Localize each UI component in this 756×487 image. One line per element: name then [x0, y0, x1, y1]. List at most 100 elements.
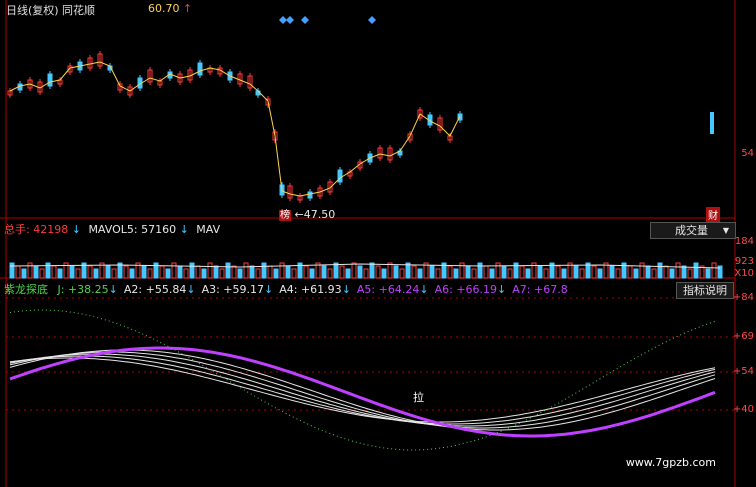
volume-bar: [309, 268, 315, 279]
indicator-line-label: A7:: [512, 283, 534, 296]
indicator-line-label: A6:: [434, 283, 457, 296]
volume-bar: [435, 268, 441, 279]
volume-bar: [255, 268, 261, 279]
indicator-line-label: J:: [57, 283, 68, 296]
volume-bar: [645, 265, 651, 279]
event-diamond-icon[interactable]: [301, 16, 309, 24]
volume-bar: [303, 265, 309, 279]
volume-bar: [207, 262, 213, 279]
volume-bar: [225, 262, 231, 279]
indicator-axis-label: +54: [732, 366, 754, 377]
volume-bar: [237, 268, 243, 279]
indicator-line-purple: [9, 346, 716, 438]
current-price: 60.70 ↑: [148, 2, 192, 15]
volume-selector-label: 成交量: [675, 224, 708, 237]
volume-bar: [123, 265, 129, 279]
volume-bar: [537, 265, 543, 279]
volume-bar: [111, 268, 117, 279]
indicator-axis-label: +40: [732, 404, 754, 415]
finance-tag[interactable]: 财: [706, 207, 720, 222]
indicator-name[interactable]: 紫龙探底: [4, 283, 48, 296]
low-price-label: ←47.50: [294, 208, 336, 221]
indicator-axis-label: +69: [732, 331, 754, 342]
volume-bar: [351, 262, 357, 279]
volume-bar: [75, 268, 81, 279]
volume-bar: [627, 265, 633, 279]
down-arrow-icon: ↓: [186, 283, 196, 296]
indicator-series: [9, 309, 716, 451]
period-label[interactable]: 日线(复权): [6, 2, 59, 18]
candle-body: [710, 112, 714, 134]
volume-bar: [525, 268, 531, 279]
volume-bar: [189, 262, 195, 279]
volume-bar: [495, 262, 501, 279]
volume-bar: [201, 268, 207, 279]
event-diamond-icon[interactable]: [368, 16, 376, 24]
volume-bar: [261, 262, 267, 279]
indicator-line-j: [9, 309, 716, 451]
volume-bar: [165, 268, 171, 279]
volume-bar: [267, 265, 273, 279]
mavol5-down-arrow-icon: ↓: [179, 223, 189, 236]
indicator-value-2: A3: +59.17↓: [202, 283, 274, 296]
volume-bar: [609, 265, 615, 279]
indicator-line-label: A3:: [201, 283, 224, 296]
volume-bar: [393, 265, 399, 279]
down-arrow-icon: ↓: [341, 283, 351, 296]
candle-body: [47, 73, 53, 87]
volume-bar: [489, 268, 495, 279]
total-volume-value: 42198: [33, 223, 69, 236]
volume-bar: [69, 265, 75, 279]
volume-series: [9, 262, 723, 279]
volume-bar: [333, 262, 339, 279]
volume-bar: [327, 268, 333, 279]
volume-bar: [681, 265, 687, 279]
indicator-help-button[interactable]: 指标说明: [676, 282, 734, 299]
volume-bar: [159, 265, 165, 279]
stock-name: 同花顺: [62, 4, 95, 17]
indicator-line-white: [9, 355, 716, 425]
total-volume-down-arrow-icon: ↓: [71, 223, 81, 236]
mavol5-label: MAVOL5:: [88, 223, 138, 236]
volume-axis-top: 184: [734, 236, 754, 247]
volume-bar: [429, 265, 435, 279]
indicator-value-3: A4: +61.93↓: [279, 283, 351, 296]
price-axis-label: 54: [741, 148, 754, 159]
volume-bar: [171, 262, 177, 279]
volume-bar: [39, 268, 45, 279]
volume-bar: [213, 265, 219, 279]
volume-bar: [345, 268, 351, 279]
volume-bar: [243, 262, 249, 279]
indicator-line-value: +55.84: [145, 283, 187, 296]
volume-bar: [573, 265, 579, 279]
indicator-line-white: [9, 351, 716, 429]
indicator-value-4: A5: +64.24↓: [357, 283, 429, 296]
volume-bar: [399, 268, 405, 279]
indicator-line-white: [9, 349, 716, 431]
watermark: www.7gpzb.com: [625, 456, 716, 469]
indicator-line-value: +67.8: [533, 283, 568, 296]
volume-selector-dropdown[interactable]: 成交量 ▼: [650, 222, 736, 239]
indicator-value-0: J: +38.25↓: [58, 283, 118, 296]
volume-bar: [477, 262, 483, 279]
volume-bar: [231, 265, 237, 279]
ma-line: [9, 61, 461, 197]
event-diamond-icon[interactable]: [279, 16, 287, 24]
volume-bar: [177, 265, 183, 279]
event-diamond-icon[interactable]: [286, 16, 294, 24]
volume-bar: [579, 268, 585, 279]
volume-bar: [711, 262, 717, 279]
bang-tag[interactable]: 榜: [279, 210, 291, 221]
volume-bar: [669, 268, 675, 279]
indicator-line-label: A5:: [356, 283, 379, 296]
volume-bar: [57, 268, 63, 279]
mavol5-value: 57160: [141, 223, 177, 236]
volume-bar: [105, 265, 111, 279]
volume-bar: [453, 268, 459, 279]
down-arrow-icon: ↓: [497, 283, 507, 296]
indicator-value-5: A6: +66.19↓: [435, 283, 507, 296]
candle-body: [337, 169, 343, 183]
volume-bar: [501, 265, 507, 279]
volume-bar: [129, 268, 135, 279]
volume-bar: [417, 268, 423, 279]
